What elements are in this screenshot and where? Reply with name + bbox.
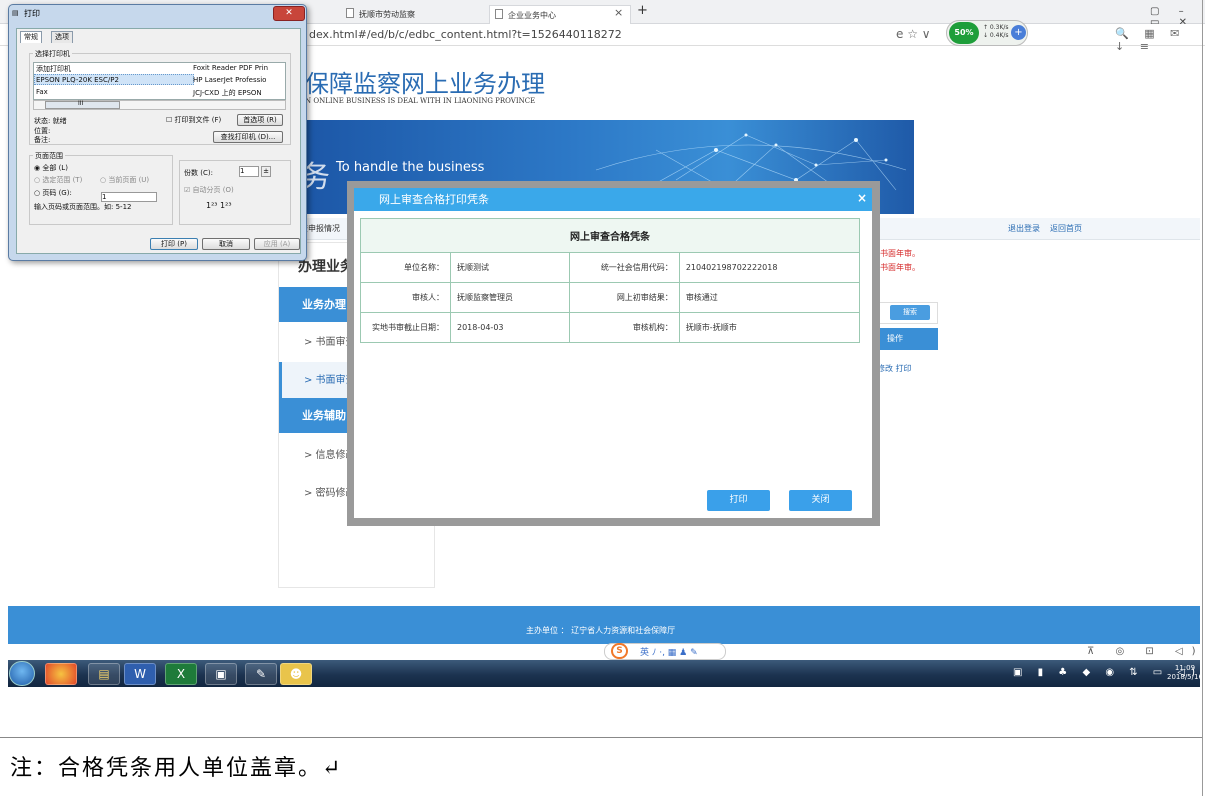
browser-toolbar-icons[interactable]: 🔍 ▦ ✉ ↓ ≡ bbox=[1115, 27, 1205, 53]
find-printer-button[interactable]: 查找打印机 (D)... bbox=[213, 131, 283, 143]
modal-print-button[interactable]: 打印 bbox=[707, 490, 770, 511]
network-percent: 50% bbox=[949, 22, 979, 44]
copies-label: 份数 (C): bbox=[184, 169, 213, 177]
url-text[interactable]: dex.html#/ed/b/c/edbc_content.html?t=152… bbox=[309, 28, 622, 41]
copies-stepper[interactable]: ± bbox=[261, 166, 271, 177]
list-item[interactable]: Foxit Reader PDF Prin bbox=[193, 64, 268, 72]
accelerate-icon[interactable]: + bbox=[1011, 25, 1026, 40]
document-edge bbox=[1202, 0, 1203, 796]
list-item[interactable]: EPSON PLQ-20K ESC/P2 bbox=[36, 76, 119, 84]
table-row: 单位名称： 抚顺测试 统一社会信用代码： 210402198702222018 bbox=[360, 252, 861, 283]
printer-comment: 备注: bbox=[34, 136, 51, 144]
select-printer-label: 选择打印机 bbox=[33, 49, 72, 59]
apply-button[interactable]: 应用 (A) bbox=[254, 238, 300, 250]
site-title: 保障监察网上业务办理 bbox=[305, 70, 545, 98]
ime-status[interactable]: 英 ﾉ ·, ▦ ♟ ✎ bbox=[640, 645, 698, 658]
collate-pages-icon: 1²³ 1²³ bbox=[206, 201, 232, 210]
print-dialog-close-button[interactable]: ✕ bbox=[273, 6, 305, 21]
certificate-heading: 网上审查合格凭条 bbox=[360, 218, 860, 253]
copies-input[interactable]: 1 bbox=[239, 166, 259, 177]
pages-hint: 输入页码或页面范围。如: 5-12 bbox=[34, 203, 132, 211]
remote-desktop-icon[interactable]: ▣ bbox=[205, 663, 237, 685]
tab-options[interactable]: 选项 bbox=[51, 31, 73, 43]
sogou-icon[interactable]: S bbox=[611, 643, 628, 659]
page-range-label: 页面范围 bbox=[33, 151, 65, 161]
folder-icon[interactable]: ▤ bbox=[88, 663, 120, 685]
clock[interactable]: 11:09 2018/5/16 bbox=[1167, 664, 1203, 682]
collate-checkbox[interactable]: ☑ 自动分页 (O) bbox=[184, 185, 234, 195]
tab-general[interactable]: 常规 bbox=[20, 31, 42, 43]
new-tab-button[interactable]: + bbox=[637, 3, 648, 18]
modal-close-icon[interactable]: × bbox=[857, 191, 867, 205]
pages-input[interactable]: 1 bbox=[101, 192, 157, 202]
word-icon[interactable]: W bbox=[124, 663, 156, 685]
list-item[interactable]: Fax bbox=[36, 88, 48, 96]
wechat-icon[interactable]: ☻ bbox=[280, 663, 312, 685]
operation-header: 操作 bbox=[870, 328, 938, 350]
network-speed-widget[interactable]: 50% ↑ 0.3K/s ↓ 0.4K/s + bbox=[946, 20, 1028, 46]
modal-close-button[interactable]: 关闭 bbox=[789, 490, 852, 511]
divider bbox=[0, 737, 1202, 738]
table-row: 实地书审截止日期： 2018-04-03 审核机构： 抚顺市-抚顺市 bbox=[360, 312, 861, 343]
excel-icon[interactable]: X bbox=[165, 663, 197, 685]
sidebar-title: 办理业务 bbox=[298, 259, 354, 275]
footer-text: 主办单位 ： 辽宁省人力资源和社会保障厅 bbox=[526, 626, 676, 635]
start-button[interactable] bbox=[9, 661, 35, 686]
radio-current-page[interactable]: ○ 当前页面 (U) bbox=[100, 175, 149, 185]
banner-text: To handle the business bbox=[336, 160, 485, 175]
table-row: 审核人： 抚顺监察管理员 网上初审结果： 审核通过 bbox=[360, 282, 861, 313]
certificate-table: 网上审查合格凭条 单位名称： 抚顺测试 统一社会信用代码： 2104021987… bbox=[360, 218, 861, 343]
radio-all[interactable]: ◉ 全部 (L) bbox=[34, 163, 68, 173]
cancel-button[interactable]: 取消 bbox=[202, 238, 250, 250]
logout-link[interactable]: 退出登录 bbox=[1008, 223, 1040, 234]
search-button[interactable]: 搜索 bbox=[890, 305, 930, 320]
scrollbar-grip: III bbox=[78, 100, 84, 107]
address-bar-icons[interactable]: e ☆ ∨ bbox=[896, 27, 931, 41]
modal-title: 网上审查合格打印凭条 bbox=[354, 188, 872, 211]
preferences-button[interactable]: 首选项 (R) bbox=[237, 114, 283, 126]
printer-icon: ▤ bbox=[12, 9, 19, 17]
home-link[interactable]: 返回首页 bbox=[1050, 223, 1082, 234]
network-rate: ↑ 0.3K/s ↓ 0.4K/s bbox=[983, 24, 1009, 39]
operation-links[interactable]: 修改 打印 bbox=[877, 363, 912, 374]
close-tab-icon[interactable]: × bbox=[614, 6, 623, 19]
document-icon bbox=[346, 8, 354, 18]
radio-pages[interactable]: ○ 页码 (G): bbox=[34, 188, 72, 198]
paint-icon[interactable]: ✎ bbox=[245, 663, 277, 685]
printer-status: 状态: 就绪 bbox=[34, 117, 67, 125]
tab-enterprise-center[interactable]: 企业业务中心 bbox=[489, 5, 631, 24]
print-to-file-checkbox[interactable]: ☐ 打印到文件 (F) bbox=[166, 115, 221, 125]
print-dialog-title: 打印 bbox=[24, 9, 40, 18]
list-item[interactable]: JCJ-CXD 上的 EPSON bbox=[193, 88, 262, 98]
print-button[interactable]: 打印 (P) bbox=[150, 238, 198, 250]
site-subtitle: N ONLINE BUSINESS IS DEAL WITH IN LIAONI… bbox=[305, 97, 536, 105]
chrome-icon[interactable] bbox=[45, 663, 77, 685]
list-item[interactable]: 添加打印机 bbox=[36, 64, 71, 74]
document-icon bbox=[495, 9, 503, 19]
note-text: 注：合格凭条用人单位盖章。↵ bbox=[10, 756, 343, 781]
radio-selection[interactable]: ○ 选定范围 (T) bbox=[34, 175, 82, 185]
tab-labor-supervision[interactable]: 抚顺市劳动监察 bbox=[346, 5, 486, 24]
list-item[interactable]: HP LaserJet Professio bbox=[193, 76, 266, 84]
